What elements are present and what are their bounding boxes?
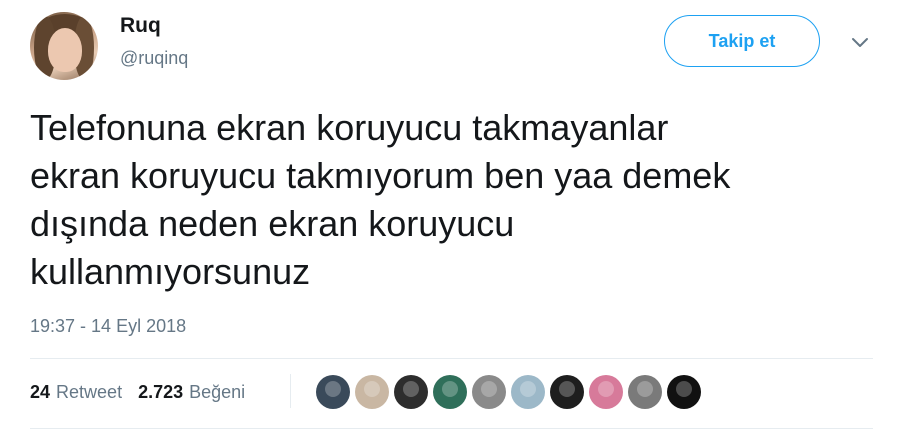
tweet-stats: 24 Retweet 2.723 Beğeni bbox=[30, 382, 245, 403]
like-count[interactable]: 2.723 Beğeni bbox=[138, 382, 245, 403]
like-count-value: 2.723 bbox=[138, 382, 184, 402]
user-handle[interactable]: @ruqinq bbox=[120, 48, 188, 69]
divider bbox=[30, 428, 873, 429]
retweet-count[interactable]: 24 Retweet bbox=[30, 382, 122, 403]
liker-avatar[interactable] bbox=[628, 375, 662, 409]
liker-avatar[interactable] bbox=[316, 375, 350, 409]
liker-avatar[interactable] bbox=[589, 375, 623, 409]
liker-avatar[interactable] bbox=[472, 375, 506, 409]
follow-button[interactable]: Takip et bbox=[664, 15, 820, 67]
stats-separator bbox=[290, 374, 291, 408]
liker-avatars bbox=[316, 375, 706, 409]
display-name[interactable]: Ruq bbox=[120, 14, 161, 38]
liker-avatar[interactable] bbox=[511, 375, 545, 409]
retweet-count-value: 24 bbox=[30, 382, 51, 402]
like-count-label: Beğeni bbox=[189, 382, 246, 402]
avatar[interactable] bbox=[30, 12, 98, 80]
liker-avatar[interactable] bbox=[433, 375, 467, 409]
liker-avatar[interactable] bbox=[550, 375, 584, 409]
retweet-count-label: Retweet bbox=[56, 382, 123, 402]
liker-avatar[interactable] bbox=[667, 375, 701, 409]
liker-avatar[interactable] bbox=[394, 375, 428, 409]
divider bbox=[30, 358, 873, 359]
chevron-down-icon[interactable] bbox=[848, 34, 872, 52]
tweet-text: Telefonuna ekran koruyucu takmayanlar ek… bbox=[30, 107, 731, 292]
tweet-timestamp[interactable]: 19:37 - 14 Eyl 2018 bbox=[30, 316, 186, 337]
liker-avatar[interactable] bbox=[355, 375, 389, 409]
